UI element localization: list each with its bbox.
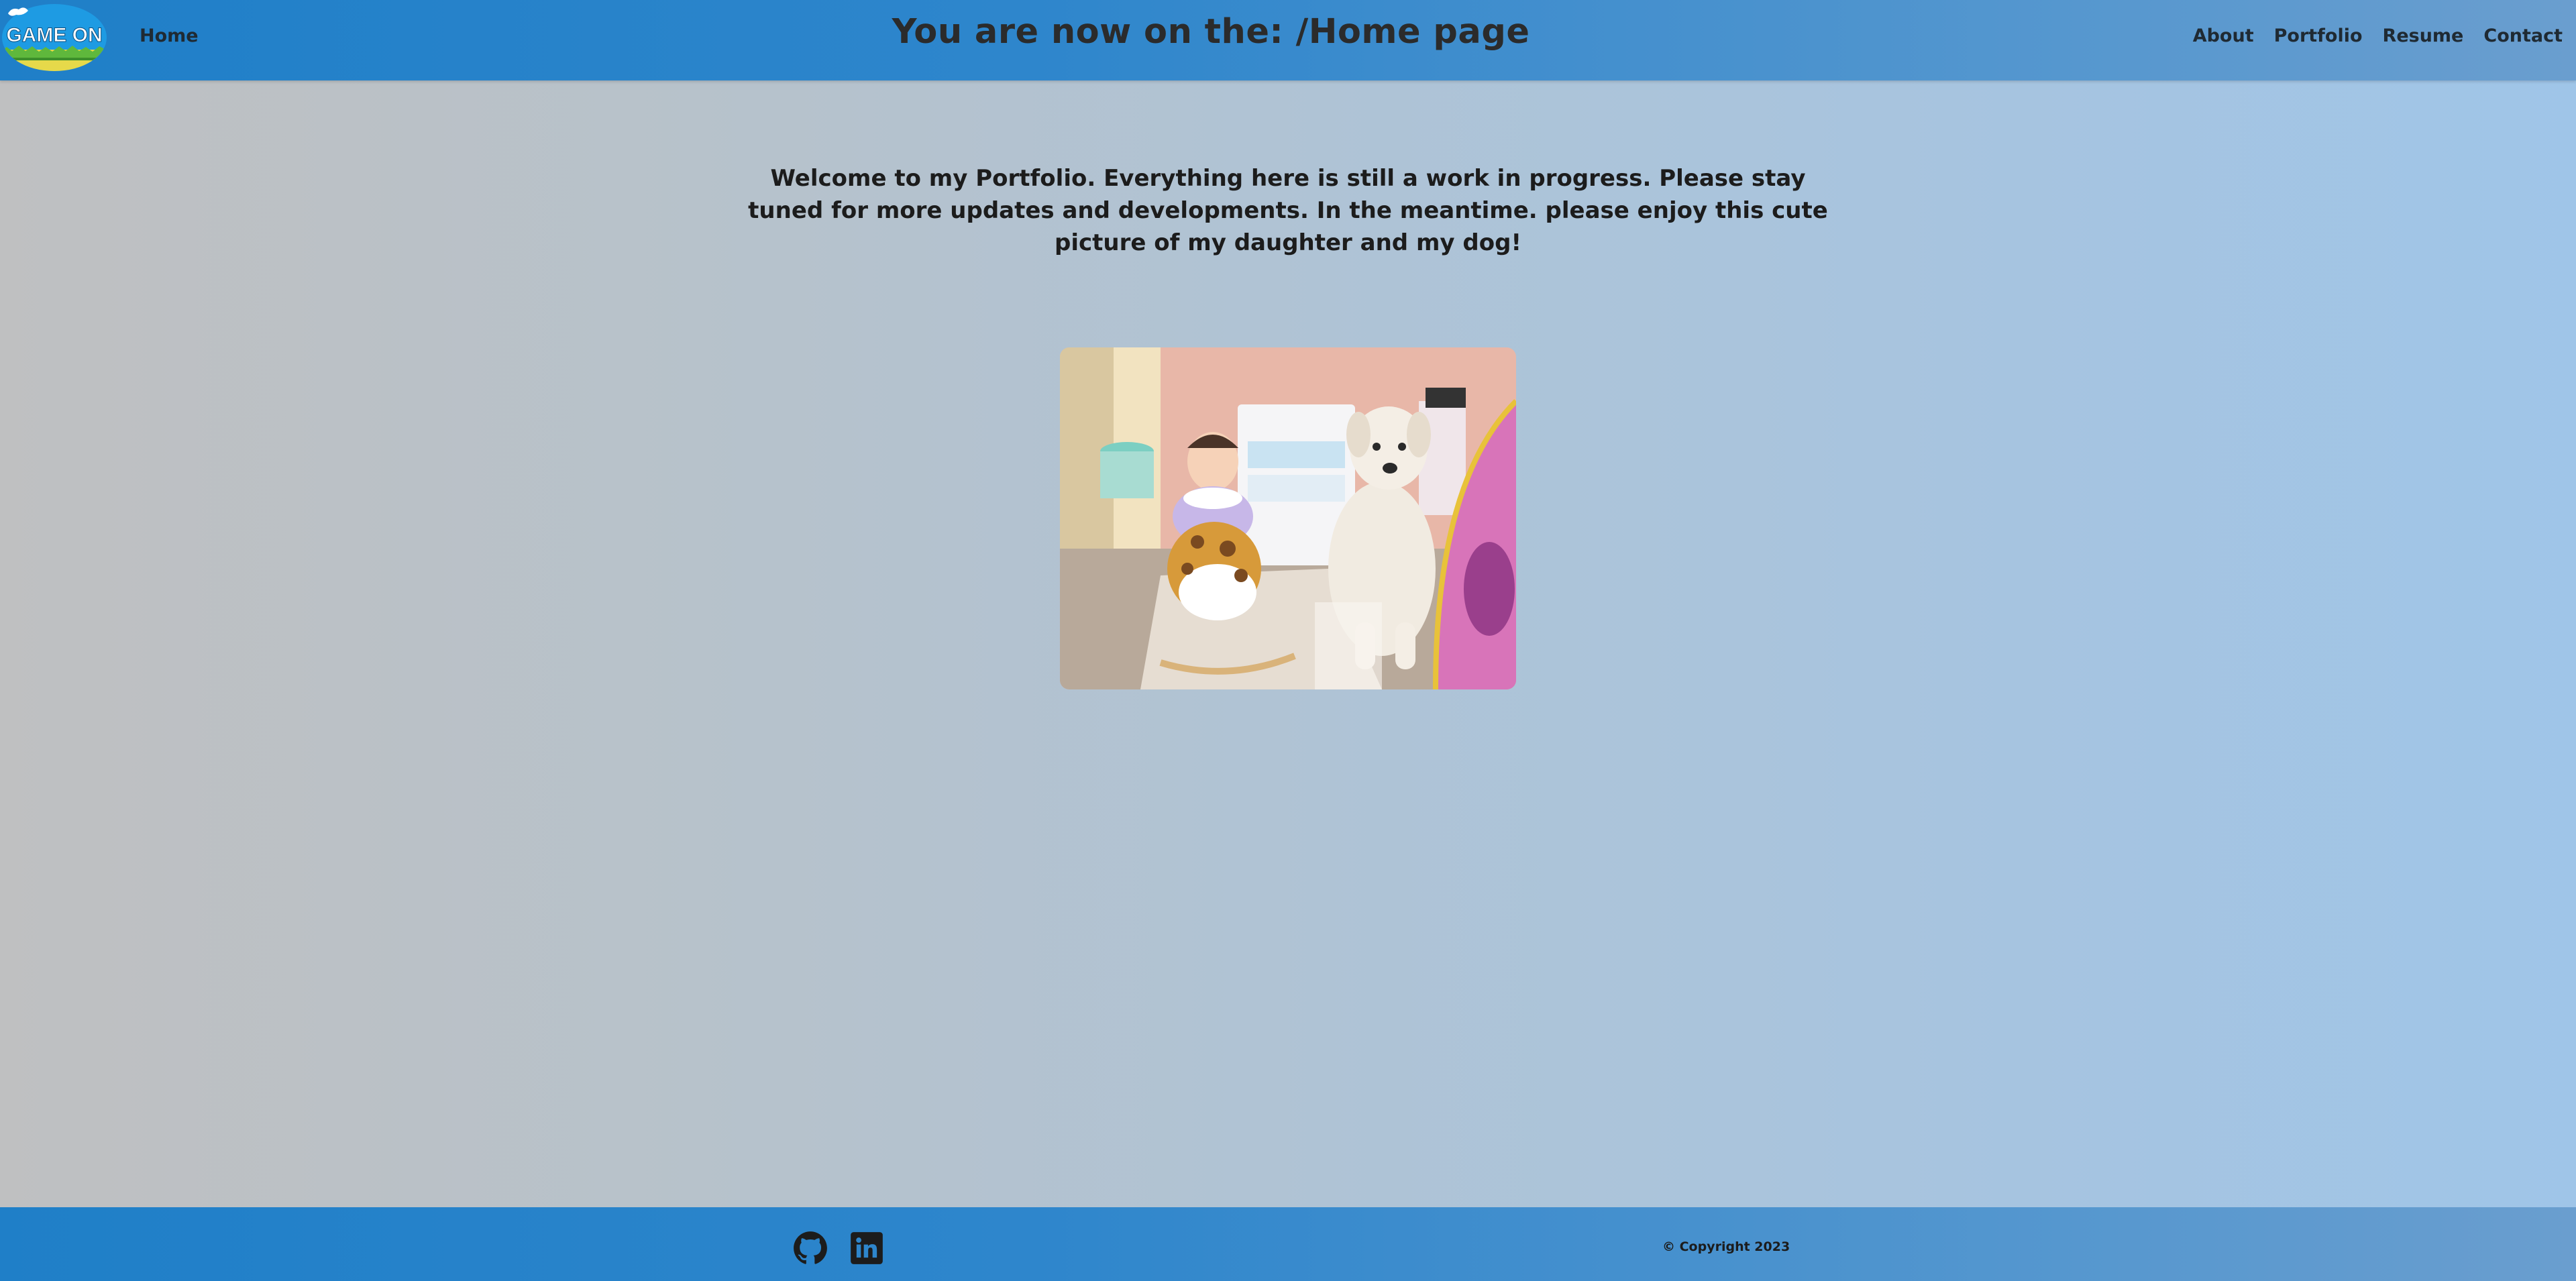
- daughter-and-dog-photo: [1060, 347, 1516, 689]
- welcome-message: Welcome to my Portfolio. Everything here…: [748, 165, 1828, 256]
- nav-contact-link[interactable]: Contact: [2483, 25, 2563, 46]
- nav-resume-link[interactable]: Resume: [2383, 25, 2464, 46]
- copyright-text: © Copyright 2023: [1662, 1239, 1790, 1254]
- main-nav: About Portfolio Resume Contact: [2193, 25, 2563, 46]
- site-header: GAME ON Home You are now on the: /Home p…: [0, 0, 2576, 80]
- linkedin-icon[interactable]: [849, 1231, 884, 1266]
- site-footer: © Copyright 2023: [0, 1207, 2576, 1281]
- github-icon[interactable]: [793, 1231, 828, 1266]
- page-title: You are now on the: /Home page: [892, 12, 1530, 52]
- nav-about-link[interactable]: About: [2193, 25, 2254, 46]
- nav-portfolio-link[interactable]: Portfolio: [2274, 25, 2363, 46]
